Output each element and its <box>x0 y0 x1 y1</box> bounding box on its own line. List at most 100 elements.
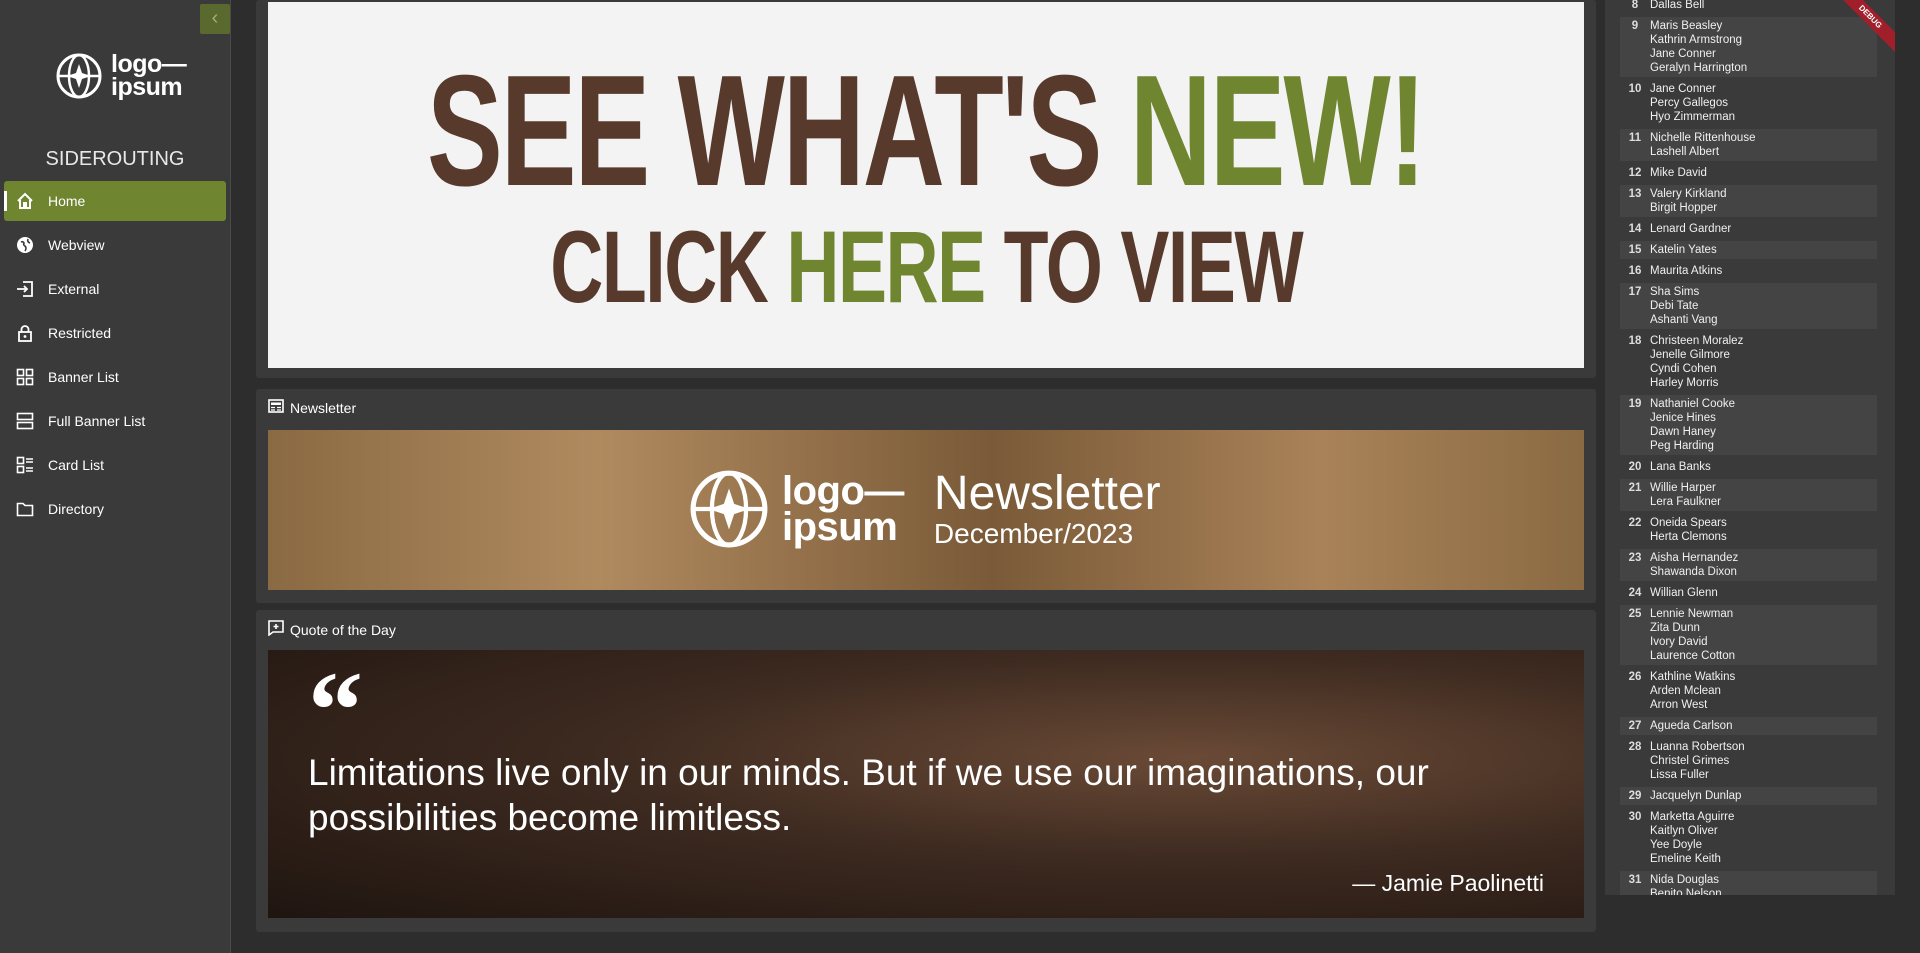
hero-headline-part: SEE WHAT'S <box>427 43 1131 219</box>
person-name: Kathline Watkins <box>1650 671 1736 683</box>
birthday-names: Maris Beasley Kathrin Armstrong Jane Conne… <box>1650 19 1877 75</box>
person-name: Percy Gallegos <box>1650 97 1728 109</box>
person-name: Dallas Bell <box>1650 0 1705 11</box>
person-name: Ivory David <box>1650 636 1708 648</box>
logo-globe-icon <box>690 470 768 548</box>
person-name: Nathaniel Cooke <box>1650 398 1736 410</box>
quote-card: “ Limitations live only in our minds. Bu… <box>268 650 1584 918</box>
person-name: Zita Dunn <box>1650 622 1700 634</box>
birthday-names: Maurita Atkins <box>1650 264 1877 278</box>
sidebar-item-label: External <box>48 281 100 297</box>
person-name: Dawn Haney <box>1650 426 1716 438</box>
birthday-names: Nichelle Rittenhouse Lashell Albert <box>1650 131 1877 159</box>
birthday-list-panel: 8 Dallas Bell 9 Maris Beasley Kathrin Armstr… <box>1605 0 1895 895</box>
day-number: 22 <box>1628 517 1642 529</box>
birthday-row: 14 Lenard Gardner <box>1620 220 1877 238</box>
day-number: 21 <box>1628 482 1642 494</box>
birthday-row: 8 Dallas Bell <box>1620 0 1877 14</box>
person-name: Jenelle Gilmore <box>1650 349 1730 361</box>
newspaper-icon <box>268 399 284 416</box>
grid-icon <box>14 366 36 388</box>
sidebar-nav: Home Webview External Restricted Banner … <box>4 181 226 533</box>
person-name: Emeline Keith <box>1650 853 1721 865</box>
day-number: 25 <box>1628 608 1642 620</box>
birthday-row: 16 Maurita Atkins <box>1620 262 1877 280</box>
person-name: Cyndi Cohen <box>1650 363 1717 375</box>
day-number: 12 <box>1628 167 1642 179</box>
folder-icon <box>14 498 36 520</box>
birthday-names: Aisha Hernandez Shawanda Dixon <box>1650 551 1877 579</box>
birthday-row: 22 Oneida Spears Herta Clemons <box>1620 514 1877 546</box>
newsletter-date: December/2023 <box>933 518 1134 549</box>
sidebar-item-label: Webview <box>48 237 105 253</box>
person-name: Willian Glenn <box>1650 587 1718 599</box>
person-name: Oneida Spears <box>1650 517 1727 529</box>
whats-new-banner[interactable]: SEE WHAT'S NEW! CLICK HERE TO VIEW <box>268 2 1584 368</box>
logo-text-line1: logo— <box>782 469 904 513</box>
person-name: Valery Kirkland <box>1650 188 1727 200</box>
sidebar-item-directory[interactable]: Directory <box>4 489 226 529</box>
sidebar-item-restricted[interactable]: Restricted <box>4 313 226 353</box>
person-name: Shawanda Dixon <box>1650 566 1737 578</box>
birthday-names: Valery Kirkland Birgit Hopper <box>1650 187 1877 215</box>
birthday-names: Luanna Robertson Christel Grimes Lissa Ful… <box>1650 740 1877 782</box>
person-name: Jenice Hines <box>1650 412 1716 424</box>
sidebar-item-home[interactable]: Home <box>4 181 226 221</box>
birthday-row: 24 Willian Glenn <box>1620 584 1877 602</box>
hero-subheadline-part: TO VIEW <box>984 210 1303 324</box>
sidebar-item-external[interactable]: External <box>4 269 226 309</box>
day-number: 17 <box>1628 286 1642 298</box>
day-number: 15 <box>1628 244 1642 256</box>
day-number: 14 <box>1628 223 1642 235</box>
list-icon <box>14 410 36 432</box>
sidebar-item-webview[interactable]: Webview <box>4 225 226 265</box>
person-name: Marketta Aguirre <box>1650 811 1735 823</box>
day-number: 13 <box>1628 188 1642 200</box>
birthday-names: Lennie Newman Zita Dunn Ivory David Laurenc… <box>1650 607 1877 663</box>
globe-icon <box>14 234 36 256</box>
birthday-names: Marketta Aguirre Kaitlyn Oliver Yee Doyle E… <box>1650 810 1877 866</box>
birthday-names: Christeen Moralez Jenelle Gilmore Cyndi Co… <box>1650 334 1877 390</box>
sidebar-item-full-banner-list[interactable]: Full Banner List <box>4 401 226 441</box>
day-number: 10 <box>1628 83 1642 95</box>
hero-headline-accent: NEW! <box>1130 43 1427 219</box>
app-logo: logo— ipsum <box>55 52 187 100</box>
person-name: Willie Harper <box>1650 482 1716 494</box>
person-name: Geralyn Harrington <box>1650 62 1748 74</box>
person-name: Nichelle Rittenhouse <box>1650 132 1756 144</box>
day-number: 8 <box>1631 0 1639 11</box>
person-name: Lennie Newman <box>1650 608 1734 620</box>
newsletter-panel: Newsletter logo— ipsum Newsletter Decemb… <box>256 389 1596 603</box>
newsletter-overlay: logo— ipsum Newsletter December/2023 <box>688 468 1161 550</box>
sidebar-item-label: Banner List <box>48 369 119 385</box>
sidebar-item-label: Card List <box>48 457 105 473</box>
person-name: Kaitlyn Oliver <box>1650 825 1718 837</box>
birthday-names: Willie Harper Lera Faulkner <box>1650 481 1877 509</box>
person-name: Lissa Fuller <box>1650 769 1709 781</box>
newsletter-banner[interactable]: logo— ipsum Newsletter December/2023 <box>268 430 1584 590</box>
birthday-names: Nida Douglas Benito Nelson <box>1650 873 1877 895</box>
birthday-row: 31 Nida Douglas Benito Nelson <box>1620 871 1877 895</box>
lock-icon <box>14 322 36 344</box>
day-number: 9 <box>1631 20 1639 32</box>
sidebar-item-banner-list[interactable]: Banner List <box>4 357 226 397</box>
person-name: Christel Grimes <box>1650 755 1730 767</box>
birthday-names: Lana Banks <box>1650 460 1877 474</box>
quote-text: Limitations live only in our minds. But … <box>308 752 1429 838</box>
sidebar-item-card-list[interactable]: Card List <box>4 445 226 485</box>
person-name: Katelin Yates <box>1650 244 1717 256</box>
day-number: 23 <box>1628 552 1642 564</box>
birthday-names: Willian Glenn <box>1650 586 1877 600</box>
person-name: Arron West <box>1650 699 1708 711</box>
day-number: 26 <box>1628 671 1642 683</box>
collapse-sidebar-button[interactable]: ‹ <box>200 4 230 34</box>
quote-panel: Quote of the Day “ Limitations live only… <box>256 610 1596 932</box>
day-number: 24 <box>1628 587 1642 599</box>
quote-section-header: Quote of the Day <box>268 620 396 639</box>
day-number: 31 <box>1628 874 1642 886</box>
birthday-names: Jane Conner Percy Gallegos Hyo Zimmerman <box>1650 82 1877 124</box>
chevron-left-icon: ‹ <box>211 7 219 29</box>
hero-subheadline: CLICK HERE TO VIEW <box>550 215 1304 319</box>
birthday-names: Oneida Spears Herta Clemons <box>1650 516 1877 544</box>
birthday-names: Dallas Bell <box>1650 0 1877 12</box>
